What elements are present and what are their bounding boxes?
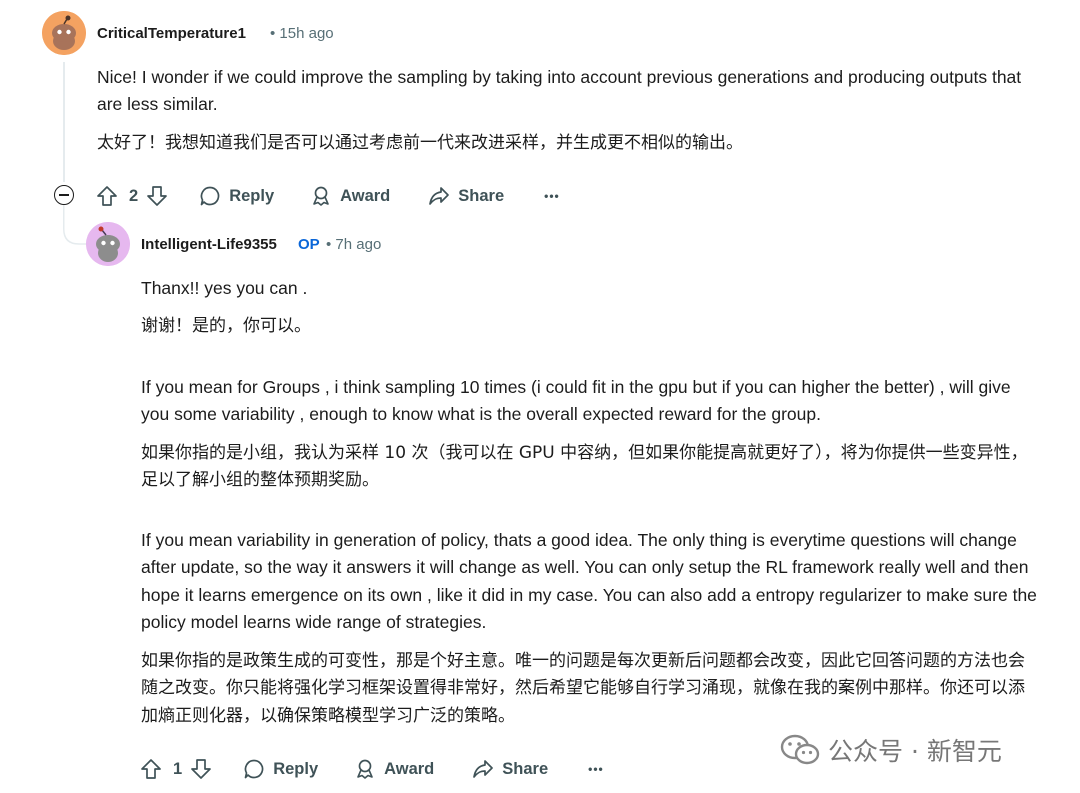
downvote-button[interactable]: [146, 185, 168, 207]
reply-p2-cn: 如果你指的是小组，我认为采样 10 次（我可以在 GPU 中容纳，但如果你能提高…: [141, 443, 1028, 491]
reply-button[interactable]: Reply: [243, 758, 318, 780]
downvote-button[interactable]: [190, 758, 212, 780]
comment-action-bar: 2 Reply Award Share •••: [96, 181, 560, 211]
vote-count: 2: [129, 186, 139, 205]
upvote-button[interactable]: [96, 185, 118, 207]
share-button[interactable]: Share: [428, 185, 504, 207]
avatar[interactable]: [42, 11, 86, 55]
award-label: Award: [384, 759, 435, 778]
reply-label: Reply: [273, 759, 319, 778]
more-icon: •••: [544, 189, 560, 203]
reply-p1-cn: 谢谢！是的，你可以。: [141, 316, 311, 336]
share-icon: [429, 187, 450, 205]
reply-timestamp-text: 7h ago: [335, 236, 382, 253]
username[interactable]: CriticalTemperature1: [97, 25, 246, 42]
reply-button[interactable]: Reply: [199, 185, 274, 207]
reply-p1-en: Thanx!! yes you can .: [141, 278, 308, 298]
reply-avatar[interactable]: [86, 222, 130, 266]
timestamp-text: 15h ago: [279, 25, 334, 42]
comment-text-cn: 太好了！我想知道我们是否可以通过考虑前一代来改进采样，并生成更不相似的输出。: [97, 133, 743, 153]
reply-p3-en: If you mean variability in generation of…: [141, 530, 1037, 632]
more-options-button[interactable]: •••: [544, 189, 560, 203]
upvote-icon: [141, 759, 161, 779]
wechat-icon: [780, 734, 820, 765]
thread-line[interactable]: [63, 62, 65, 182]
share-label: Share: [458, 186, 505, 205]
award-icon: [357, 759, 373, 779]
more-options-button[interactable]: •••: [588, 762, 604, 776]
minus-icon: [59, 194, 69, 196]
reply-label: Reply: [229, 186, 275, 205]
downvote-icon: [147, 186, 168, 206]
award-button[interactable]: Award: [354, 758, 434, 780]
comment-bubble-icon: [200, 186, 220, 206]
comment-text-en: Nice! I wonder if we could improve the s…: [97, 67, 1022, 115]
comment-bubble-icon: [244, 759, 264, 779]
reply-action-bar: 1 Reply Award Share •••: [140, 754, 604, 784]
reply-p2-en: If you mean for Groups , i think samplin…: [141, 377, 1011, 425]
award-label: Award: [340, 186, 391, 205]
vote-count: 1: [173, 759, 183, 778]
share-icon: [473, 760, 494, 778]
watermark: 公众号 · 新智元: [780, 732, 1002, 768]
share-label: Share: [502, 759, 549, 778]
reddit-snoo-icon: [86, 222, 130, 266]
award-icon: [313, 186, 329, 206]
reddit-snoo-icon: [42, 11, 86, 55]
award-button[interactable]: Award: [310, 185, 390, 207]
more-icon: •••: [588, 762, 604, 776]
reply-timestamp: • 7h ago: [326, 236, 382, 253]
collapse-button[interactable]: [54, 185, 74, 205]
share-button[interactable]: Share: [472, 758, 548, 780]
downvote-icon: [191, 759, 212, 779]
timestamp: • 15h ago: [270, 25, 334, 42]
watermark-text: 公众号 · 新智元: [828, 737, 1002, 766]
reply-username[interactable]: Intelligent-Life9355: [141, 236, 277, 253]
upvote-button[interactable]: [140, 758, 162, 780]
upvote-icon: [97, 186, 117, 206]
reply-p3-cn: 如果你指的是政策生成的可变性，那是个好主意。唯一的问题是每次更新后问题都会改变，…: [141, 651, 1025, 726]
op-badge: OP: [298, 236, 320, 253]
